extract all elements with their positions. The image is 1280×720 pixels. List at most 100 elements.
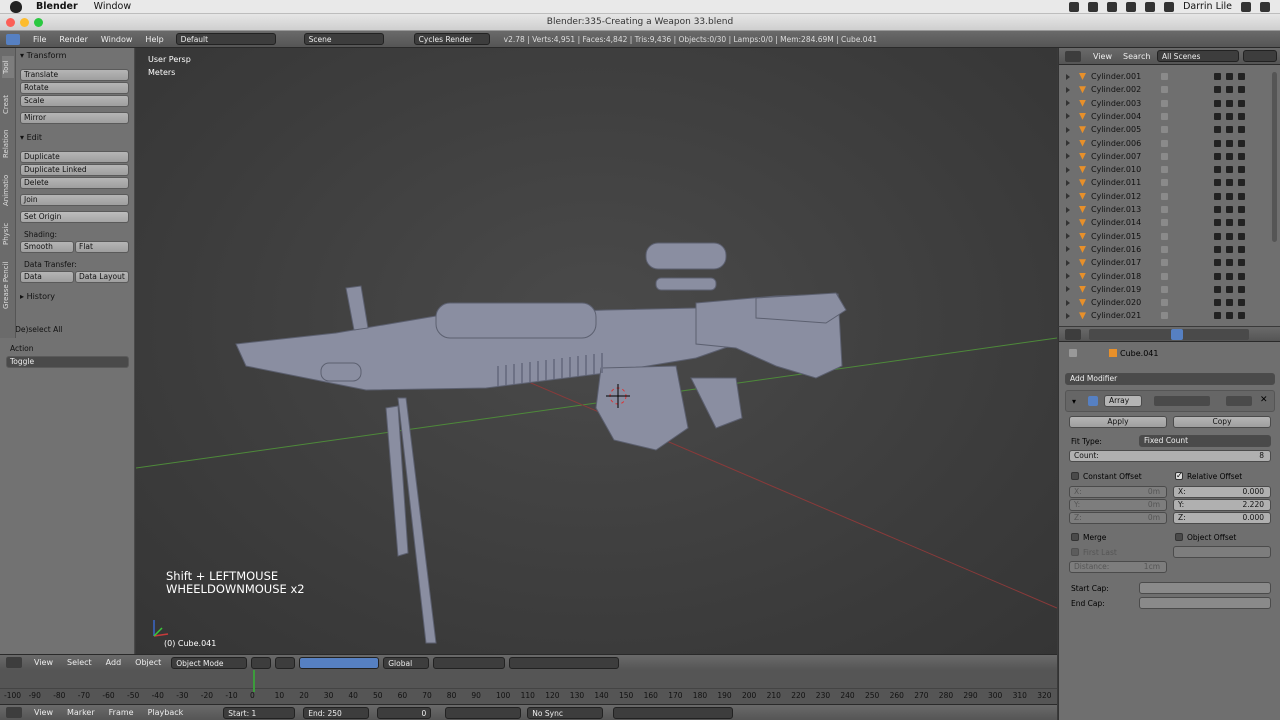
eye-icon[interactable]	[1214, 112, 1221, 120]
outliner-item[interactable]: Cylinder.001	[1059, 70, 1269, 83]
select-arrow-icon[interactable]	[1226, 86, 1233, 94]
outliner-item[interactable]: Cylinder.016	[1059, 243, 1269, 256]
end-frame-field[interactable]: End: 250	[303, 706, 370, 719]
eye-icon[interactable]	[1214, 86, 1221, 94]
render-icon[interactable]	[1238, 285, 1245, 293]
eye-icon[interactable]	[1214, 312, 1221, 320]
outliner-item[interactable]: Cylinder.019	[1059, 283, 1269, 296]
expand-icon[interactable]	[1066, 273, 1070, 279]
relative-offset-field[interactable]: Z: 0.000	[1173, 512, 1271, 524]
object-menu[interactable]: Object	[135, 658, 161, 667]
wifi-icon[interactable]	[1145, 1, 1156, 12]
render-icon[interactable]	[1238, 139, 1245, 147]
tab-animation[interactable]: Animatio	[2, 170, 14, 210]
object-offset-checkbox[interactable]	[1175, 533, 1183, 541]
zoom-icon[interactable]	[34, 18, 43, 27]
select-arrow-icon[interactable]	[1226, 139, 1233, 147]
minimize-icon[interactable]	[20, 18, 29, 27]
render-icon[interactable]	[1238, 245, 1245, 253]
eye-icon[interactable]	[1214, 232, 1221, 240]
expand-icon[interactable]	[1066, 219, 1070, 226]
tab-relations[interactable]: Relation	[2, 126, 14, 162]
outliner-search-field[interactable]	[1243, 50, 1277, 62]
window-menu[interactable]: Window	[94, 1, 131, 12]
display-icon[interactable]	[1126, 1, 1137, 12]
render-icon[interactable]	[1238, 299, 1245, 307]
constant-offset-checkbox[interactable]	[1071, 472, 1079, 480]
expand-icon[interactable]	[1066, 140, 1070, 146]
select-arrow-icon[interactable]	[1226, 166, 1233, 174]
outliner-item[interactable]: Cylinder.017	[1059, 256, 1269, 269]
orientation-select[interactable]: Global	[383, 656, 430, 669]
outliner-item[interactable]: Cylinder.003	[1059, 97, 1269, 110]
display-mode-select[interactable]: All Scenes	[1157, 50, 1239, 62]
menu-help[interactable]: Help	[145, 35, 163, 44]
render-icon[interactable]	[1238, 219, 1245, 227]
delete-button[interactable]: Delete	[20, 177, 129, 189]
data-layout-button[interactable]: Data Layout	[75, 271, 129, 283]
list-icon[interactable]	[1260, 1, 1270, 12]
app-menu[interactable]: Blender	[36, 1, 78, 12]
select-arrow-icon[interactable]	[1226, 73, 1233, 80]
keying-controls[interactable]	[613, 706, 734, 719]
collapse-icon[interactable]: ▾	[1072, 397, 1076, 406]
plus-icon[interactable]	[1088, 1, 1099, 12]
select-menu[interactable]: Select	[67, 658, 92, 667]
snap-and-render-buttons[interactable]	[509, 656, 620, 669]
outliner-item[interactable]: Cylinder.005	[1059, 123, 1269, 136]
select-arrow-icon[interactable]	[1226, 192, 1233, 200]
outliner-item[interactable]: Cylinder.012	[1059, 190, 1269, 203]
flat-button[interactable]: Flat	[75, 241, 129, 253]
context-tabs[interactable]	[1089, 329, 1249, 340]
expand-icon[interactable]	[1066, 73, 1070, 80]
eye-icon[interactable]	[1214, 99, 1221, 107]
select-arrow-icon[interactable]	[1226, 152, 1233, 160]
eye-icon[interactable]	[1214, 272, 1221, 280]
select-arrow-icon[interactable]	[1226, 232, 1233, 240]
render-icon[interactable]	[1238, 112, 1245, 120]
select-arrow-icon[interactable]	[1226, 245, 1233, 253]
apple-icon[interactable]	[10, 0, 22, 13]
expand-icon[interactable]	[1066, 246, 1070, 253]
modifier-tab-icon[interactable]	[1171, 329, 1183, 340]
end-cap-field[interactable]	[1139, 597, 1271, 609]
relative-offset-field[interactable]: Y: 2.220	[1173, 499, 1271, 511]
scale-button[interactable]: Scale	[20, 95, 129, 107]
select-arrow-icon[interactable]	[1226, 179, 1233, 187]
pivot-select[interactable]	[275, 656, 296, 669]
tab-physics[interactable]: Physic	[2, 218, 14, 250]
playback-controls[interactable]	[445, 706, 522, 719]
outliner-item[interactable]: Cylinder.004	[1059, 110, 1269, 123]
eye-icon[interactable]	[1214, 126, 1221, 134]
current-frame-field[interactable]: 0	[377, 706, 432, 719]
fit-type-select[interactable]: Fixed Count	[1139, 435, 1271, 447]
render-icon[interactable]	[1238, 99, 1245, 107]
render-icon[interactable]	[1238, 152, 1245, 160]
expand-icon[interactable]	[1066, 126, 1070, 133]
outliner-item[interactable]: Cylinder.013	[1059, 203, 1269, 216]
mode-select[interactable]: Object Mode	[171, 656, 248, 669]
render-icon[interactable]	[1238, 179, 1245, 187]
select-arrow-icon[interactable]	[1226, 312, 1233, 320]
outliner-item[interactable]: Cylinder.011	[1059, 176, 1269, 189]
editor-type-icon[interactable]	[1065, 51, 1081, 62]
rotate-button[interactable]: Rotate	[20, 82, 129, 94]
render-icon[interactable]	[1238, 166, 1245, 174]
render-icon[interactable]	[1238, 86, 1245, 94]
expand-icon[interactable]	[1066, 286, 1070, 293]
expand-icon[interactable]	[1066, 206, 1070, 213]
current-frame-indicator[interactable]	[253, 670, 255, 692]
tab-tool[interactable]: Tool	[2, 56, 14, 78]
eye-icon[interactable]	[1214, 259, 1221, 267]
editor-type-icon[interactable]	[6, 657, 22, 668]
render-icon[interactable]	[1238, 126, 1245, 134]
outliner-item[interactable]: Cylinder.007	[1059, 150, 1269, 163]
merge-distance-field[interactable]: Distance: 1cm	[1069, 561, 1167, 573]
select-arrow-icon[interactable]	[1226, 99, 1233, 107]
select-arrow-icon[interactable]	[1226, 219, 1233, 227]
eye-icon[interactable]	[1214, 299, 1221, 307]
data-button[interactable]: Data	[20, 271, 74, 283]
mirror-button[interactable]: Mirror	[20, 112, 129, 124]
marker-menu[interactable]: Marker	[67, 708, 95, 717]
3d-viewport[interactable]: User Persp Meters Shift + LEFTMOUSE WHEE…	[136, 48, 1057, 654]
